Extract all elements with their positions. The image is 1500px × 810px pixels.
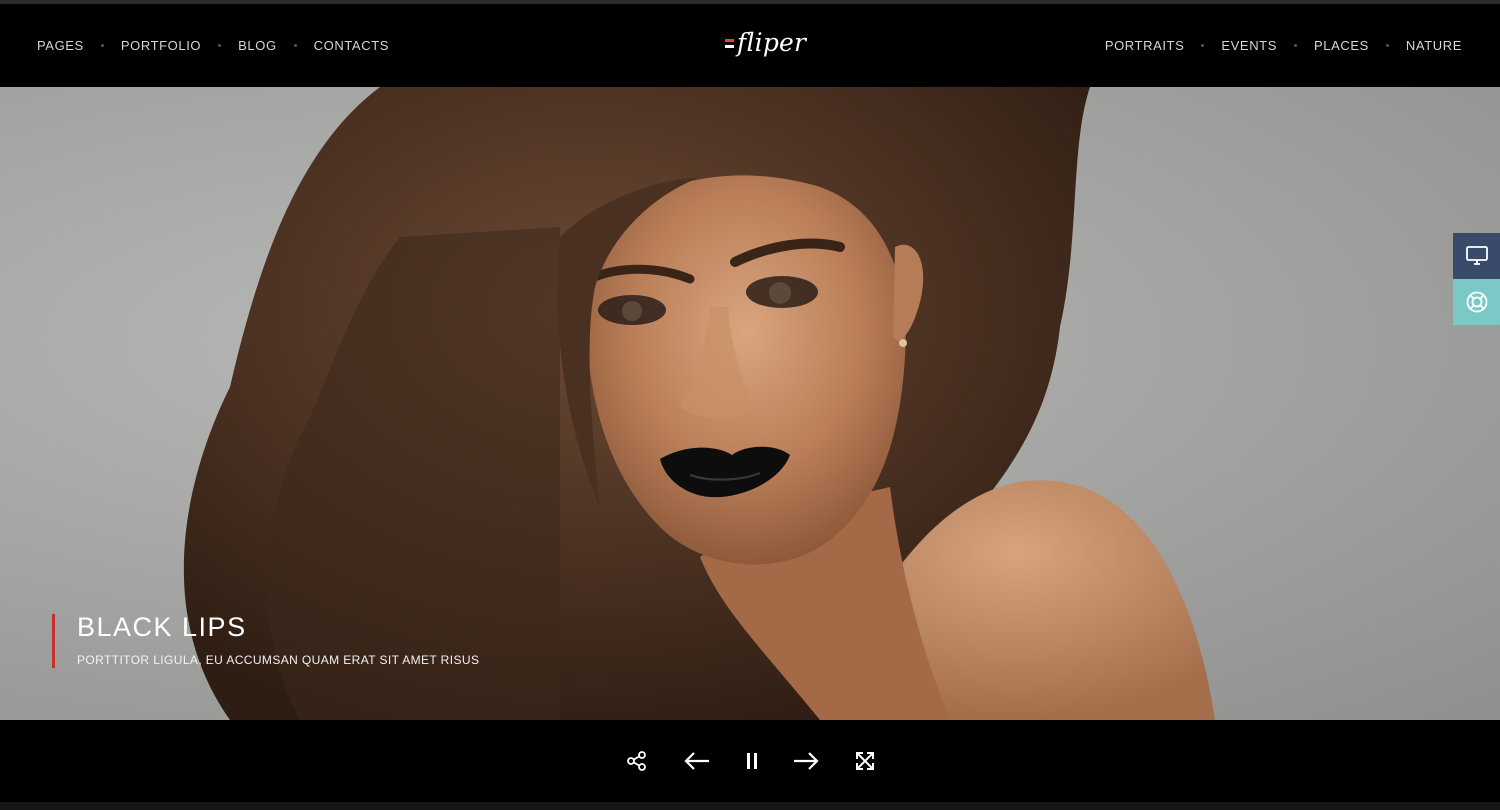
site-logo[interactable]: fliper — [725, 28, 806, 57]
nav-item-pages[interactable]: PAGES — [37, 38, 84, 53]
nav-separator — [1385, 44, 1389, 47]
nav-item-places[interactable]: PLACES — [1314, 38, 1369, 53]
nav-item-blog[interactable]: BLOG — [238, 38, 277, 53]
slide-caption: BLACK LIPS PORTTITOR LIGULA, EU ACCUMSAN… — [52, 614, 479, 668]
slide-title: BLACK LIPS — [77, 612, 247, 642]
nav-item-portraits[interactable]: PORTRAITS — [1105, 38, 1185, 53]
pause-button[interactable] — [737, 746, 767, 776]
arrow-left-icon — [684, 752, 709, 770]
fullscreen-icon — [856, 752, 874, 770]
nav-left: PAGES PORTFOLIO BLOG CONTACTS — [37, 4, 389, 87]
side-panel — [1453, 233, 1500, 325]
share-icon — [627, 751, 646, 771]
nav-item-portfolio[interactable]: PORTFOLIO — [121, 38, 201, 53]
nav-separator — [1201, 44, 1205, 47]
nav-separator — [100, 44, 104, 47]
prev-button[interactable] — [682, 746, 712, 776]
nav-separator — [1294, 44, 1297, 47]
logo-text: fliper — [737, 28, 807, 57]
lifebuoy-icon — [1466, 291, 1487, 313]
nav-item-events[interactable]: EVENTS — [1221, 38, 1277, 53]
arrow-right-icon — [794, 752, 819, 770]
nav-item-nature[interactable]: NATURE — [1406, 38, 1462, 53]
fullscreen-button[interactable] — [850, 746, 880, 776]
nav-separator — [293, 44, 297, 47]
share-button[interactable] — [622, 746, 652, 776]
nav-separator — [218, 44, 222, 47]
pause-icon — [747, 753, 757, 769]
next-button[interactable] — [791, 746, 821, 776]
demo-button[interactable] — [1453, 233, 1500, 279]
bottom-strip — [0, 802, 1500, 810]
logo-mark-icon — [725, 38, 735, 53]
site-header: PAGES PORTFOLIO BLOG CONTACTS fliper POR… — [0, 4, 1500, 87]
hero-slide: BLACK LIPS PORTTITOR LIGULA, EU ACCUMSAN… — [0, 87, 1500, 720]
slider-controls — [0, 720, 1500, 802]
nav-item-contacts[interactable]: CONTACTS — [314, 38, 389, 53]
nav-right: PORTRAITS EVENTS PLACES NATURE — [1105, 4, 1462, 87]
support-button[interactable] — [1453, 279, 1500, 325]
slide-subtitle: PORTTITOR LIGULA, EU ACCUMSAN QUAM ERAT … — [77, 653, 480, 667]
monitor-icon — [1465, 246, 1488, 265]
